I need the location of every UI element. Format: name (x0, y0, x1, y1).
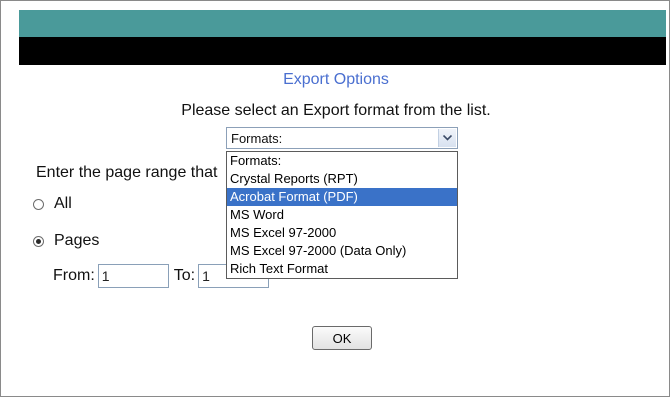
format-option[interactable]: Crystal Reports (RPT) (227, 170, 457, 188)
chevron-down-icon[interactable] (438, 129, 456, 147)
from-input[interactable] (97, 264, 169, 288)
format-option-highlighted[interactable]: Acrobat Format (PDF) (227, 188, 457, 206)
to-label: To: (173, 267, 196, 284)
format-option[interactable]: MS Word (227, 206, 457, 224)
format-option[interactable]: MS Excel 97-2000 (Data Only) (227, 242, 457, 260)
header-bar (19, 10, 666, 37)
radio-pages[interactable]: Pages (33, 232, 99, 250)
dialog-title: Export Options (283, 71, 389, 88)
format-dropdown-list: Formats: Crystal Reports (RPT) Acrobat F… (226, 151, 458, 279)
radio-all[interactable]: All (33, 195, 72, 213)
format-option[interactable]: MS Excel 97-2000 (227, 224, 457, 242)
format-option[interactable]: Rich Text Format (227, 260, 457, 278)
ok-button[interactable]: OK (312, 326, 372, 350)
format-select-value: Formats: (231, 130, 283, 146)
radio-pages-label: Pages (54, 232, 100, 249)
format-select[interactable]: Formats: (226, 127, 458, 149)
radio-all-label: All (54, 195, 72, 212)
page-range-label: Enter the page range that (36, 164, 218, 181)
radio-pages-circle[interactable] (33, 235, 44, 247)
format-option[interactable]: Formats: (227, 152, 457, 170)
radio-all-circle[interactable] (33, 198, 44, 210)
instruction-text: Please select an Export format from the … (181, 102, 491, 119)
from-label: From: (53, 267, 95, 284)
header-band (19, 37, 666, 65)
